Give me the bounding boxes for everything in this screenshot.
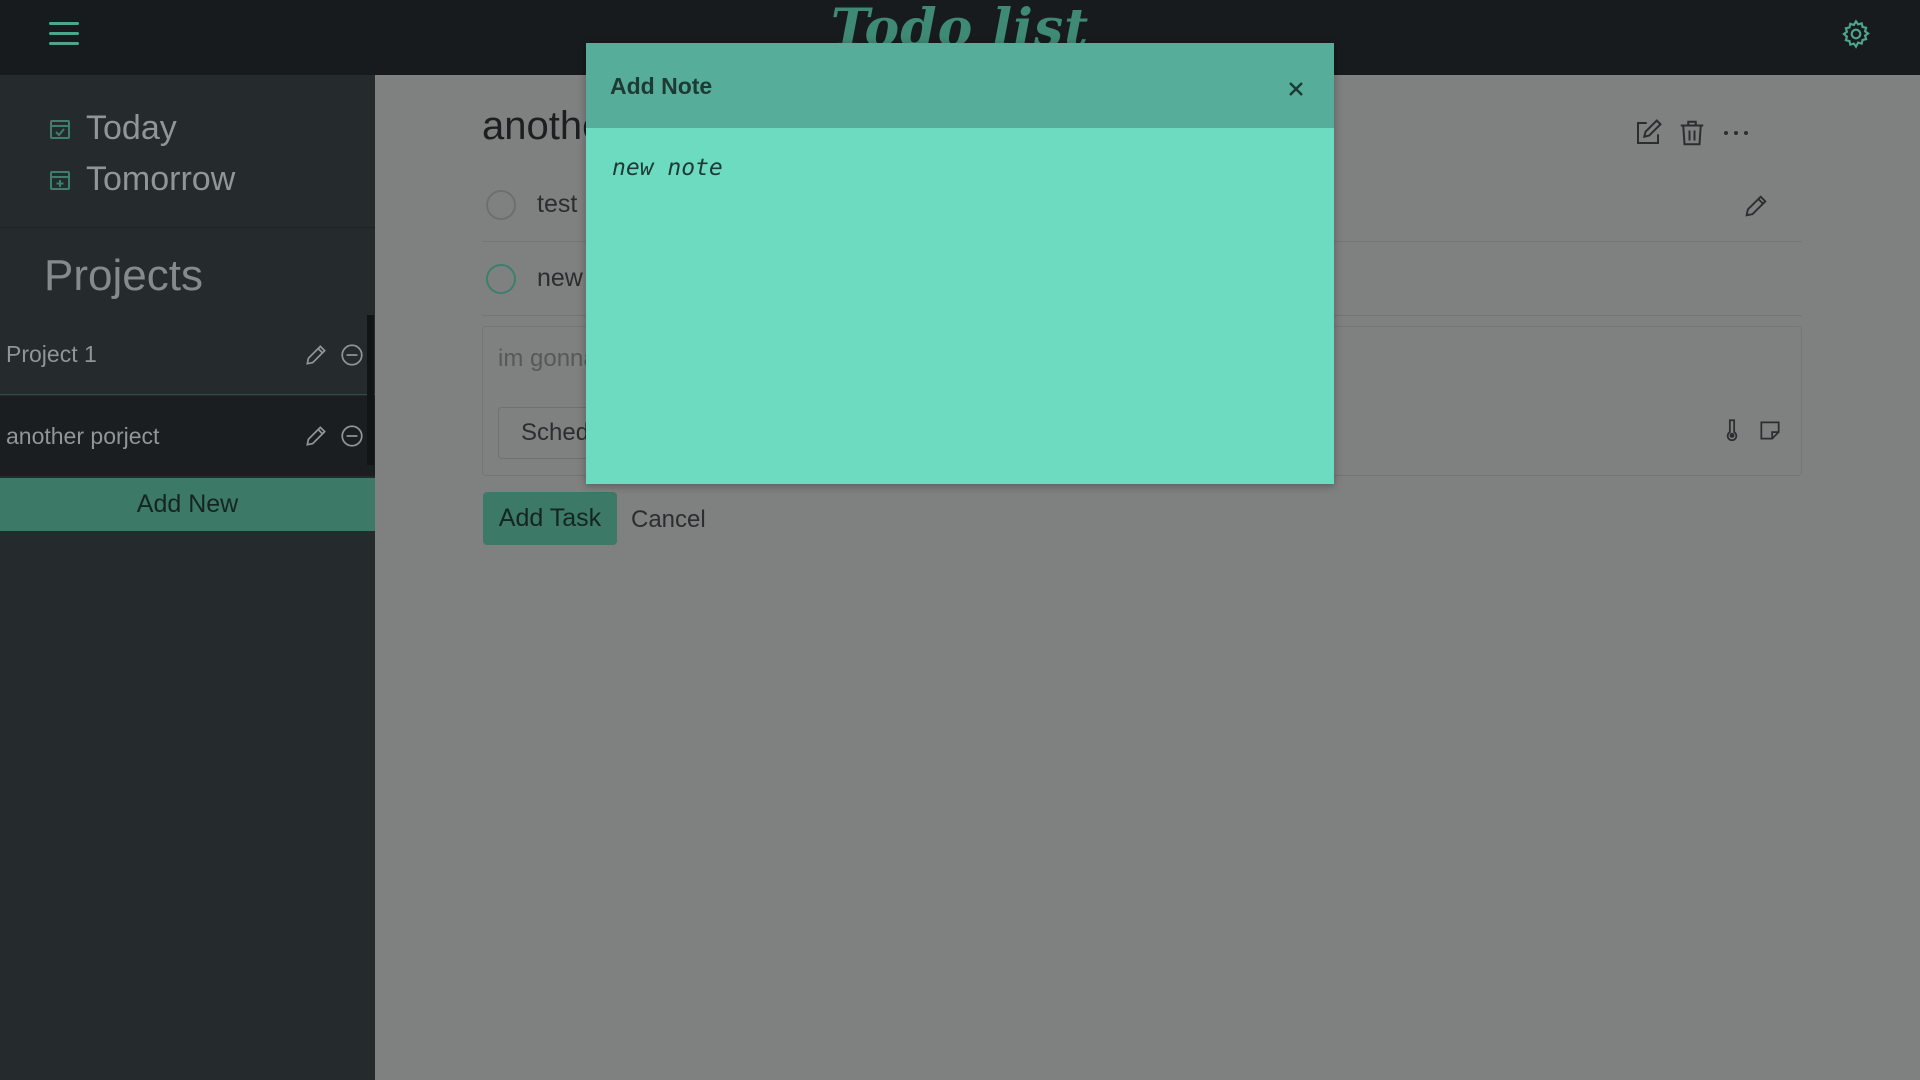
pencil-icon[interactable] <box>303 423 329 449</box>
edit-square-icon[interactable] <box>1633 118 1663 148</box>
modal-title: Add Note <box>610 73 713 99</box>
remove-circle-icon[interactable] <box>339 342 365 368</box>
task-name: test <box>537 190 578 218</box>
sidebar: Today Tomorrow Projects Project 1 anothe… <box>0 75 375 1080</box>
cancel-button[interactable]: Cancel <box>631 506 706 534</box>
gear-icon[interactable] <box>1840 18 1872 50</box>
task-checkbox[interactable] <box>486 264 516 294</box>
task-name: new <box>537 264 583 292</box>
sidebar-item-label: Today <box>86 109 177 147</box>
project-item[interactable]: Project 1 <box>0 315 375 395</box>
project-actions <box>1633 118 1751 148</box>
remove-circle-icon[interactable] <box>339 423 365 449</box>
thermometer-icon[interactable] <box>1719 415 1745 445</box>
close-icon[interactable] <box>1284 77 1308 101</box>
more-icon[interactable] <box>1721 118 1751 148</box>
new-task-input[interactable]: im gonna <box>498 345 597 373</box>
add-note-modal: Add Note new note <box>586 43 1334 484</box>
sidebar-item-today[interactable]: Today <box>48 109 177 148</box>
pencil-icon[interactable] <box>1742 192 1770 220</box>
calendar-check-icon <box>50 119 70 139</box>
task-tools <box>1719 415 1783 445</box>
project-name: Project 1 <box>6 341 97 367</box>
sidebar-item-label: Tomorrow <box>86 160 236 198</box>
projects-heading: Projects <box>44 251 203 300</box>
sidebar-item-tomorrow[interactable]: Tomorrow <box>48 160 235 199</box>
divider <box>0 227 375 228</box>
note-textarea[interactable]: new note <box>612 155 1312 465</box>
calendar-plus-icon <box>50 170 70 190</box>
trash-icon[interactable] <box>1677 118 1707 148</box>
modal-header: Add Note <box>586 43 1334 128</box>
project-item[interactable]: another porject <box>0 396 375 476</box>
add-new-project-button[interactable]: Add New <box>0 478 375 531</box>
note-icon[interactable] <box>1757 415 1783 445</box>
project-name: another porject <box>6 422 160 449</box>
pencil-icon[interactable] <box>303 342 329 368</box>
task-checkbox[interactable] <box>486 190 516 220</box>
add-task-button[interactable]: Add Task <box>483 492 617 545</box>
projects-scrollbar[interactable] <box>367 315 374 465</box>
